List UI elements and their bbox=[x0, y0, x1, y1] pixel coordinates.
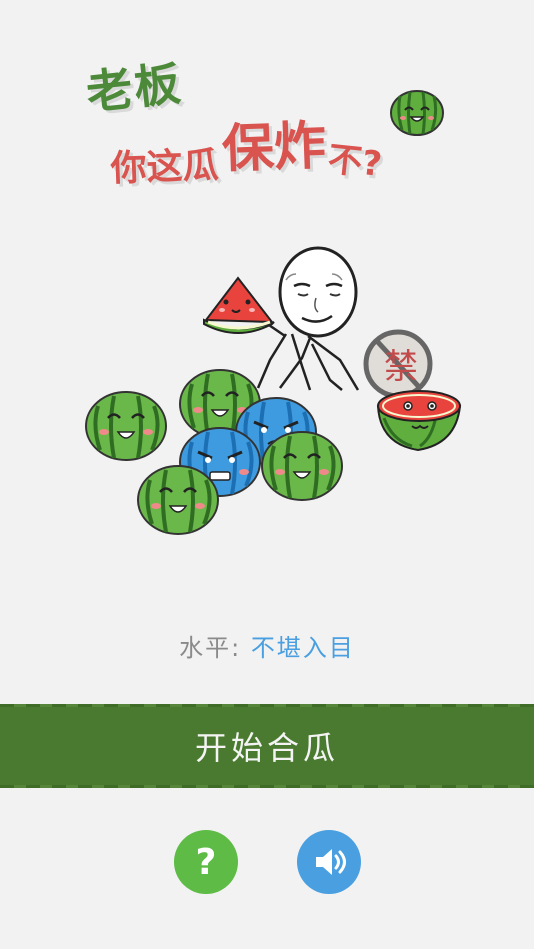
cut-watermelon-icon bbox=[376, 390, 462, 452]
green-watermelon-icon bbox=[85, 391, 167, 461]
green-watermelon-icon bbox=[137, 465, 219, 535]
level-label: 水平: bbox=[179, 634, 242, 662]
title-line-2-part-3: 不? bbox=[326, 139, 384, 185]
speaker-icon bbox=[316, 849, 346, 875]
ban-sign-icon: 禁 bbox=[363, 329, 433, 399]
title-line-2-part-1: 你这瓜 bbox=[109, 144, 220, 190]
watermelon-illustration: 禁 bbox=[85, 246, 462, 535]
question-mark-icon: ? bbox=[195, 841, 217, 883]
level-indicator: 水平: 不堪入目 bbox=[0, 628, 534, 663]
game-title-screen: 老板 你这瓜 保炸 不? 禁 水平: 不堪入目 开始合瓜 ? bbox=[0, 0, 534, 949]
help-button[interactable]: ? bbox=[174, 830, 238, 894]
title-watermelon-icon bbox=[390, 90, 444, 136]
level-value: 不堪入目 bbox=[250, 634, 355, 662]
green-watermelon-icon bbox=[261, 431, 343, 501]
title-line-1: 老板 bbox=[83, 56, 185, 120]
start-game-label: 开始合瓜 bbox=[194, 729, 339, 767]
title-line-2: 你这瓜 保炸 不? bbox=[109, 107, 384, 191]
sound-toggle-button[interactable] bbox=[297, 830, 361, 894]
ban-sign-text: 禁 bbox=[384, 347, 418, 387]
watermelon-slice-icon bbox=[203, 276, 275, 334]
title-line-2-part-2: 保炸 bbox=[220, 116, 328, 180]
start-game-button[interactable]: 开始合瓜 bbox=[0, 704, 534, 788]
